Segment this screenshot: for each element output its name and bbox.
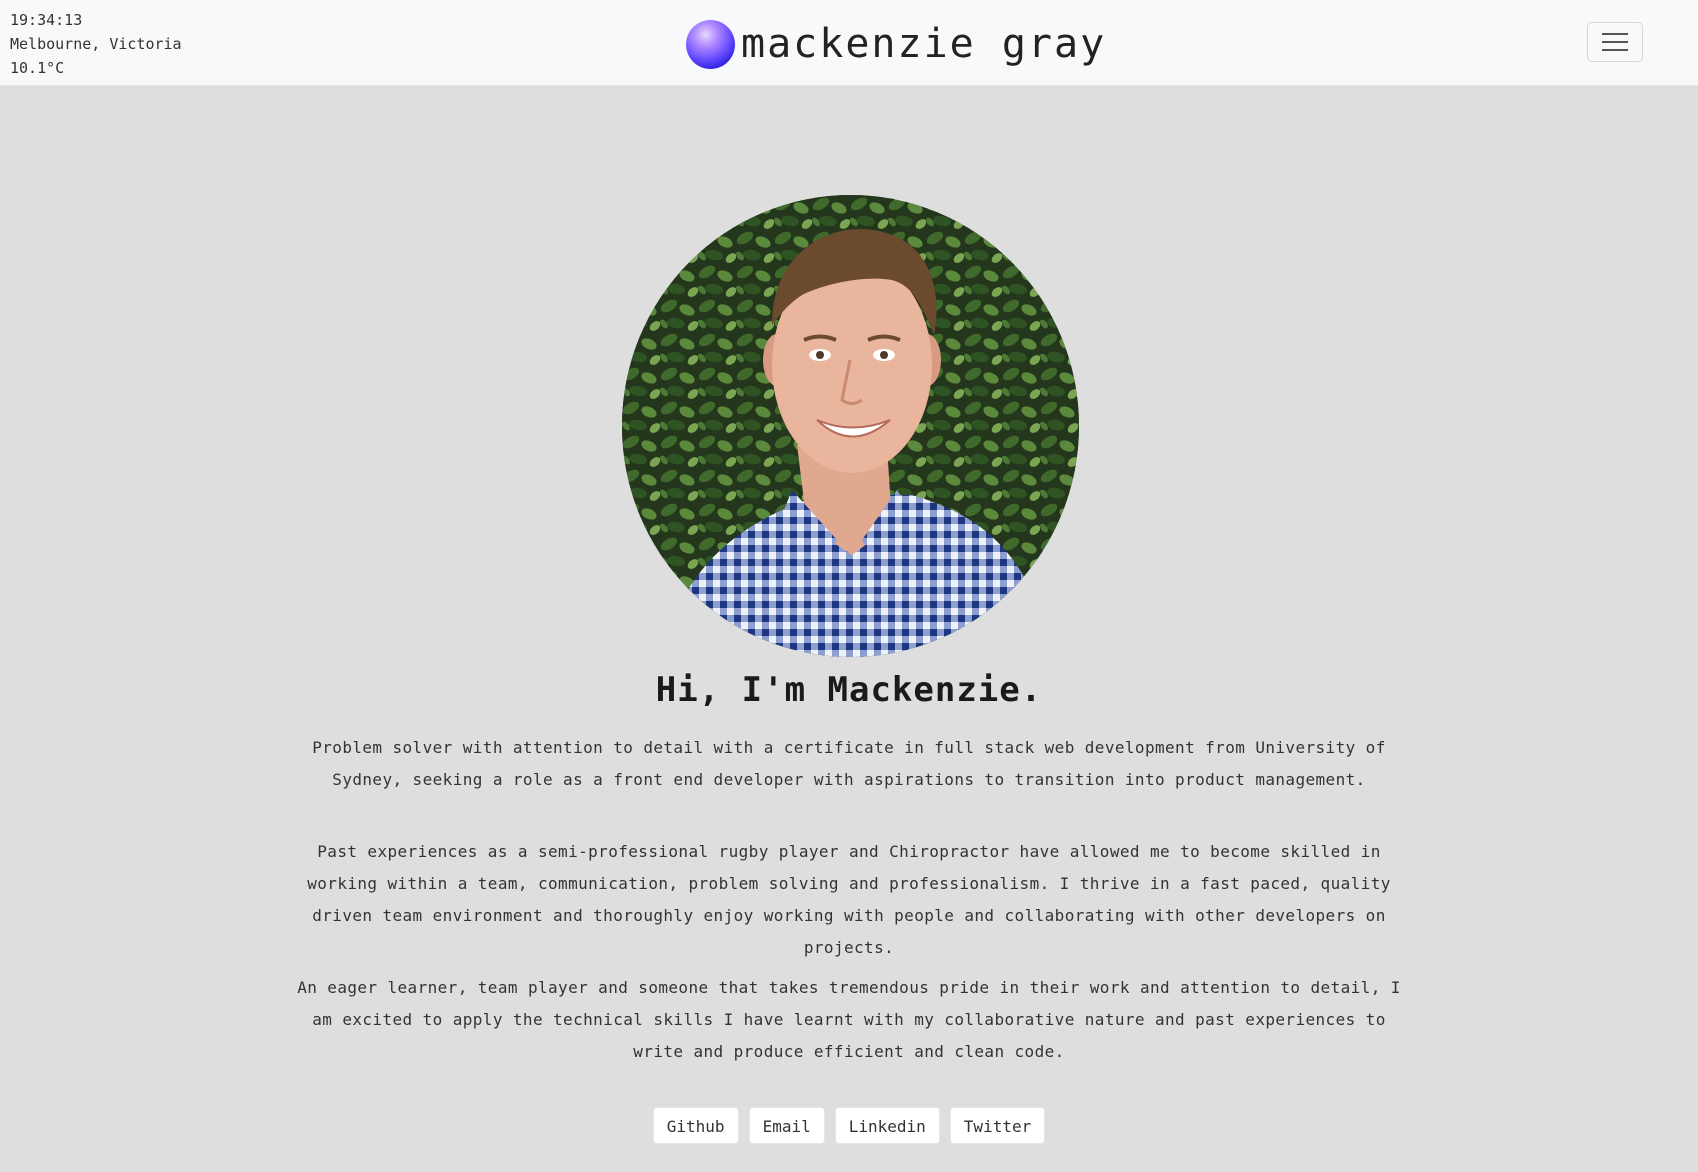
orb-logo-icon [686,19,735,69]
bio-paragraph-1: Problem solver with attention to detail … [312,738,1386,789]
weather-widget: 19:34:13 Melbourne, Victoria 10.1°C [10,8,182,80]
brand-name: mackenzie gray [741,21,1107,67]
current-location: Melbourne, Victoria [10,35,182,53]
hamburger-menu-icon [1602,33,1628,35]
greeting-heading: Hi, I'm Mackenzie. [655,670,1043,710]
navbar: 19:34:13 Melbourne, Victoria 10.1°C mack… [0,0,1698,86]
menu-toggle-button[interactable] [1587,22,1643,62]
bio-paragraph-2: Past experiences as a semi-professional … [307,842,1391,957]
twitter-button[interactable]: Twitter [949,1107,1046,1144]
email-button[interactable]: Email [748,1107,825,1144]
linkedin-button[interactable]: Linkedin [834,1107,940,1144]
bio-paragraph-3: An eager learner, team player and someon… [297,978,1401,1061]
profile-photo-illustration [622,195,1079,657]
social-links: Github Email Linkedin Twitter [0,1107,1698,1144]
current-time: 19:34:13 [10,11,83,29]
current-temperature: 10.1°C [10,59,65,77]
brand-link[interactable]: mackenzie gray [686,18,1106,70]
github-button[interactable]: Github [652,1107,739,1144]
profile-photo [622,195,1079,657]
